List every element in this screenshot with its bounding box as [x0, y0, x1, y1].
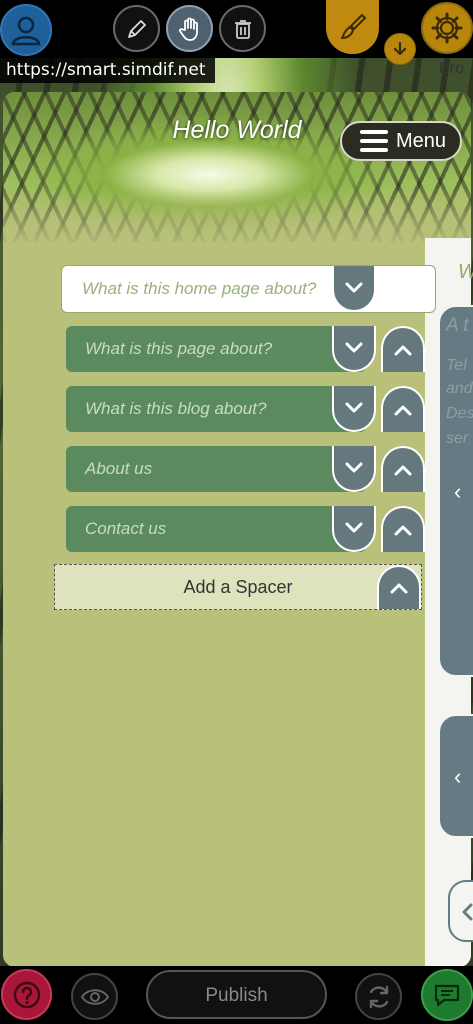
move-page-up-button[interactable]: [381, 386, 425, 432]
sync-button[interactable]: [355, 973, 402, 1020]
move-page-up-button[interactable]: [381, 506, 425, 552]
settings-button[interactable]: [421, 2, 473, 54]
chevron-up-icon: [394, 465, 412, 476]
preview-button[interactable]: [71, 973, 118, 1020]
chevron-up-icon: [390, 583, 408, 594]
menu-label: Menu: [396, 129, 447, 152]
chevron-down-icon: [345, 462, 363, 473]
download-icon: [393, 41, 407, 56]
page-options-button[interactable]: [332, 386, 376, 432]
gear-icon: [431, 12, 463, 44]
chevron-down-icon: [345, 342, 363, 353]
chevron-up-icon: [394, 345, 412, 356]
paintbrush-icon: [340, 13, 366, 39]
question-icon: [13, 981, 40, 1008]
page-row[interactable]: Contact us: [66, 506, 366, 552]
pencil-icon: [127, 19, 146, 38]
chevron-left-icon: ‹: [454, 479, 462, 504]
chat-button[interactable]: [421, 969, 473, 1021]
content-heading-fragment: W: [458, 261, 473, 284]
chevron-down-icon: [345, 522, 363, 533]
chevron-up-icon: [394, 405, 412, 416]
chevron-left-icon: [462, 903, 473, 921]
chevron-down-icon: [345, 282, 363, 293]
delete-button[interactable]: [219, 5, 266, 52]
page-row[interactable]: About us: [66, 446, 366, 492]
publish-button[interactable]: Publish: [146, 970, 327, 1019]
add-block-tab[interactable]: [448, 880, 473, 942]
home-page-row[interactable]: What is this home page about?: [61, 265, 436, 313]
content-block-panel[interactable]: ‹: [438, 714, 473, 838]
page-options-button[interactable]: [332, 506, 376, 552]
chevron-left-icon: ‹: [454, 764, 462, 789]
chevron-down-icon: [345, 402, 363, 413]
content-block-text: and: [446, 380, 473, 397]
edit-button[interactable]: [113, 5, 160, 52]
page-row[interactable]: What is this page about?: [66, 326, 366, 372]
help-button[interactable]: [1, 969, 52, 1020]
trash-icon: [234, 19, 251, 39]
page-options-button[interactable]: [332, 266, 376, 312]
eye-icon: [80, 988, 109, 1005]
refresh-icon: [369, 985, 388, 1008]
content-block-text: Des: [446, 405, 473, 422]
page-options-button[interactable]: [332, 446, 376, 492]
hand-icon: [178, 17, 198, 41]
chevron-up-icon: [394, 525, 412, 536]
bottom-toolbar: Publish: [0, 966, 473, 1024]
content-block-text: Tel: [446, 357, 467, 374]
move-mode-button[interactable]: [166, 5, 213, 52]
user-avatar-icon: [11, 16, 41, 46]
move-page-up-button[interactable]: [381, 446, 425, 492]
content-block-text: ser: [446, 430, 469, 447]
move-page-up-button[interactable]: [381, 326, 425, 372]
download-button[interactable]: [384, 33, 416, 65]
page-options-button[interactable]: [332, 326, 376, 372]
pro-label[interactable]: Pro: [439, 60, 464, 78]
page-row[interactable]: What is this blog about?: [66, 386, 366, 432]
top-toolbar: [0, 0, 473, 65]
move-spacer-up-button[interactable]: [377, 565, 421, 609]
chat-icon: [434, 984, 460, 1007]
account-button[interactable]: [0, 4, 52, 56]
content-block-heading: A t: [446, 315, 469, 336]
design-button[interactable]: [326, 0, 379, 54]
url-display: https://smart.simdif.net: [0, 57, 215, 83]
menu-button[interactable]: Menu: [340, 121, 462, 161]
hamburger-icon: [360, 130, 388, 152]
add-spacer-button[interactable]: Add a Spacer: [54, 564, 422, 610]
